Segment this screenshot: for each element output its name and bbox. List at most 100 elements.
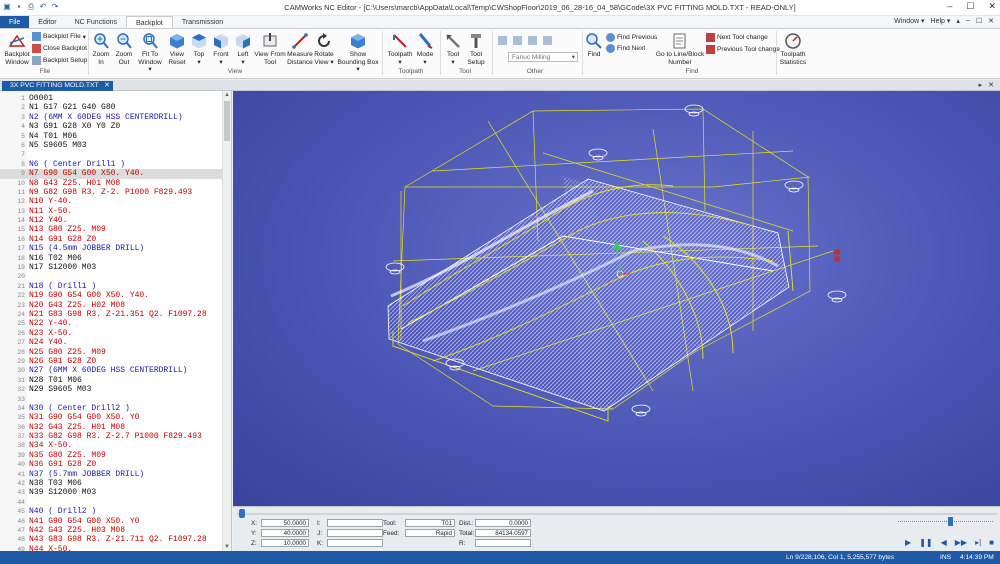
ribbon-close-icon[interactable]: ✕	[988, 17, 994, 25]
code-line[interactable]: 19 N17 S12000 M03	[0, 263, 222, 272]
code-line[interactable]: 17 N15 (4.5mm JOBBER DRILL)	[0, 244, 222, 253]
tab-nc-functions[interactable]: NC Functions	[66, 16, 126, 28]
code-line[interactable]: 27 N24 Y40.	[0, 338, 222, 347]
backplot-viewport[interactable]	[233, 91, 1000, 506]
minimize-button[interactable]: –	[947, 1, 952, 12]
fast-forward-icon[interactable]: ▶▶	[955, 538, 967, 547]
code-line[interactable]: 14 N12 Y40.	[0, 216, 222, 225]
play-icon[interactable]: ▶	[905, 538, 911, 547]
code-line[interactable]: 35 N31 G90 G54 G00 X50. Y0	[0, 413, 222, 422]
scroll-up-icon[interactable]: ▲	[224, 92, 230, 98]
backplot-setup-button[interactable]: Backplot Setup	[32, 56, 87, 65]
editor-scrollbar[interactable]: ▲ ▼	[222, 91, 231, 551]
code-line[interactable]: 44	[0, 498, 222, 507]
grid-icon[interactable]	[513, 36, 522, 45]
code-line[interactable]: 8 N6 ( Center Drill1 )	[0, 160, 222, 169]
mode-button[interactable]: Mode ▾	[414, 32, 436, 66]
code-line[interactable]: 16 N14 G91 G28 Z0	[0, 235, 222, 244]
code-line[interactable]: 41 N37 (5.7mm JOBBER DRILL)	[0, 470, 222, 479]
show-bounding-box-button[interactable]: Show Bounding Box ▾	[337, 32, 379, 74]
zoom-in-button[interactable]: Zoom In	[90, 32, 112, 66]
zoom-out-button[interactable]: Zoom Out	[113, 32, 135, 66]
step-forward-icon[interactable]: ▸|	[975, 538, 981, 547]
stop-icon[interactable]: ■	[989, 538, 994, 547]
close-tab-icon[interactable]: ✕	[104, 81, 110, 91]
front-view-button[interactable]: Front ▾	[210, 32, 232, 66]
code-line[interactable]: 1 O0001	[0, 94, 222, 103]
machine-icon[interactable]	[498, 36, 507, 45]
tab-transmission[interactable]: Transmission	[173, 16, 232, 28]
find-next-button[interactable]: Find Next	[606, 44, 645, 53]
controller-select[interactable]: Fanuc Milling	[508, 52, 578, 62]
view-from-tool-button[interactable]: View From Tool	[254, 32, 286, 66]
tool-button[interactable]: Tool ▾	[443, 32, 463, 66]
code-line[interactable]: 47 N42 G43 Z25. H03 M08	[0, 526, 222, 535]
code-line[interactable]: 40 N36 G91 G28 Z0	[0, 460, 222, 469]
close-button[interactable]: ✕	[988, 1, 996, 12]
code-line[interactable]: 3 N2 (6MM X 60DEG HSS CENTERDRILL)	[0, 113, 222, 122]
left-view-button[interactable]: Left ▾	[233, 32, 253, 66]
code-line[interactable]: 20	[0, 272, 222, 281]
playback-timeline[interactable]	[237, 509, 997, 518]
code-line[interactable]: 28 N25 G80 Z25. M09	[0, 348, 222, 357]
code-line[interactable]: 32 N29 S9605 M03	[0, 385, 222, 394]
code-line[interactable]: 31 N28 T01 M06	[0, 376, 222, 385]
code-line[interactable]: 39 N35 G80 Z25. M09	[0, 451, 222, 460]
find-previous-button[interactable]: Find Previous	[606, 33, 657, 42]
find-button[interactable]: Find	[586, 32, 602, 59]
ribbon-restore-icon[interactable]: ☐	[976, 17, 982, 25]
pause-icon[interactable]: ❚❚	[919, 538, 932, 547]
toolpath-button[interactable]: Toolpath ▾	[386, 32, 414, 66]
options-icon[interactable]: ▴	[956, 17, 960, 25]
tab-backplot[interactable]: Backplot	[125, 16, 173, 28]
previous-tool-change-button[interactable]: Previous Tool change	[706, 45, 780, 54]
step-back-icon[interactable]: ◀	[941, 538, 947, 547]
scrollbar-thumb[interactable]	[224, 101, 230, 141]
code-editor[interactable]: 1 O0001 2 N1 G17 G21 G40 G80 3 N2 (6MM X 60DE…	[0, 91, 232, 551]
code-line[interactable]: 21 N18 ( Drill1 )	[0, 282, 222, 291]
goto-line-button[interactable]: Go to Line/Block Number	[656, 32, 704, 66]
code-line[interactable]: 24 N21 G83 G98 R3. Z-21.351 Q2. F1097.28	[0, 310, 222, 319]
fit-to-window-button[interactable]: Fit To Window ▾	[136, 32, 164, 74]
ribbon-minimize-icon[interactable]: –	[966, 17, 970, 25]
code-line[interactable]: 15 N13 G80 Z25. M09	[0, 225, 222, 234]
code-line[interactable]: 38 N34 X-50.	[0, 441, 222, 450]
view-reset-button[interactable]: View Reset	[166, 32, 188, 66]
code-line[interactable]: 13 N11 X-50.	[0, 207, 222, 216]
code-line[interactable]: 22 N19 G90 G54 G00 X50. Y40.	[0, 291, 222, 300]
code-line[interactable]: 7	[0, 150, 222, 159]
maximize-button[interactable]: ☐	[966, 1, 974, 12]
code-line[interactable]: 11 N9 G82 G98 R3. Z-2. P1000 F829.493	[0, 188, 222, 197]
tab-editor[interactable]: Editor	[29, 16, 65, 28]
scroll-down-icon[interactable]: ▼	[224, 544, 230, 550]
code-line[interactable]: 30 N27 (6MM X 60DEG HSS CENTERDRILL)	[0, 366, 222, 375]
code-line[interactable]: 43 N39 S12000 M03	[0, 488, 222, 497]
filter-icon[interactable]	[543, 36, 552, 45]
timeline-knob[interactable]	[239, 509, 245, 518]
code-line[interactable]: 26 N23 X-50.	[0, 329, 222, 338]
document-tab[interactable]: 3X PVC FITTING MOLD.TXT ✕	[2, 81, 113, 91]
code-line[interactable]: 34 N30 ( Center Drill2 )	[0, 404, 222, 413]
code-line[interactable]: 9 N7 G90 G54 G00 X50. Y40.	[0, 169, 222, 179]
code-line[interactable]: 33	[0, 395, 222, 404]
speed-slider[interactable]	[898, 517, 993, 526]
next-tool-change-button[interactable]: Next Tool change	[706, 33, 768, 42]
help-menu[interactable]: Help ▾	[931, 17, 951, 25]
tool-setup-button[interactable]: Tool Setup	[464, 32, 488, 66]
toolpath-statistics-button[interactable]: Toolpath Statistics	[778, 32, 808, 66]
close-document-icon[interactable]: ✕	[988, 80, 994, 91]
code-line[interactable]: 46 N41 G90 G54 G00 X50. Y0	[0, 517, 222, 526]
code-line[interactable]: 6 N5 S9605 M03	[0, 141, 222, 150]
top-view-button[interactable]: Top ▾	[189, 32, 209, 66]
code-line[interactable]: 10 N8 G43 Z25. H01 M08	[0, 179, 222, 188]
backplot-window-button[interactable]: Backplot Window	[4, 32, 30, 66]
code-line[interactable]: 23 N20 G43 Z25. H02 M08	[0, 301, 222, 310]
code-line[interactable]: 29 N26 G91 G28 Z0	[0, 357, 222, 366]
code-line[interactable]: 36 N32 G43 Z25. H01 M08	[0, 423, 222, 432]
tab-file[interactable]: File	[0, 16, 30, 28]
code-line[interactable]: 25 N22 Y-40.	[0, 319, 222, 328]
code-line[interactable]: 5 N4 T01 M06	[0, 132, 222, 141]
code-line[interactable]: 4 N3 G91 G28 X0 Y0 Z0	[0, 122, 222, 131]
code-line[interactable]: 12 N10 Y-40.	[0, 197, 222, 206]
code-line[interactable]: 42 N38 T03 M06	[0, 479, 222, 488]
